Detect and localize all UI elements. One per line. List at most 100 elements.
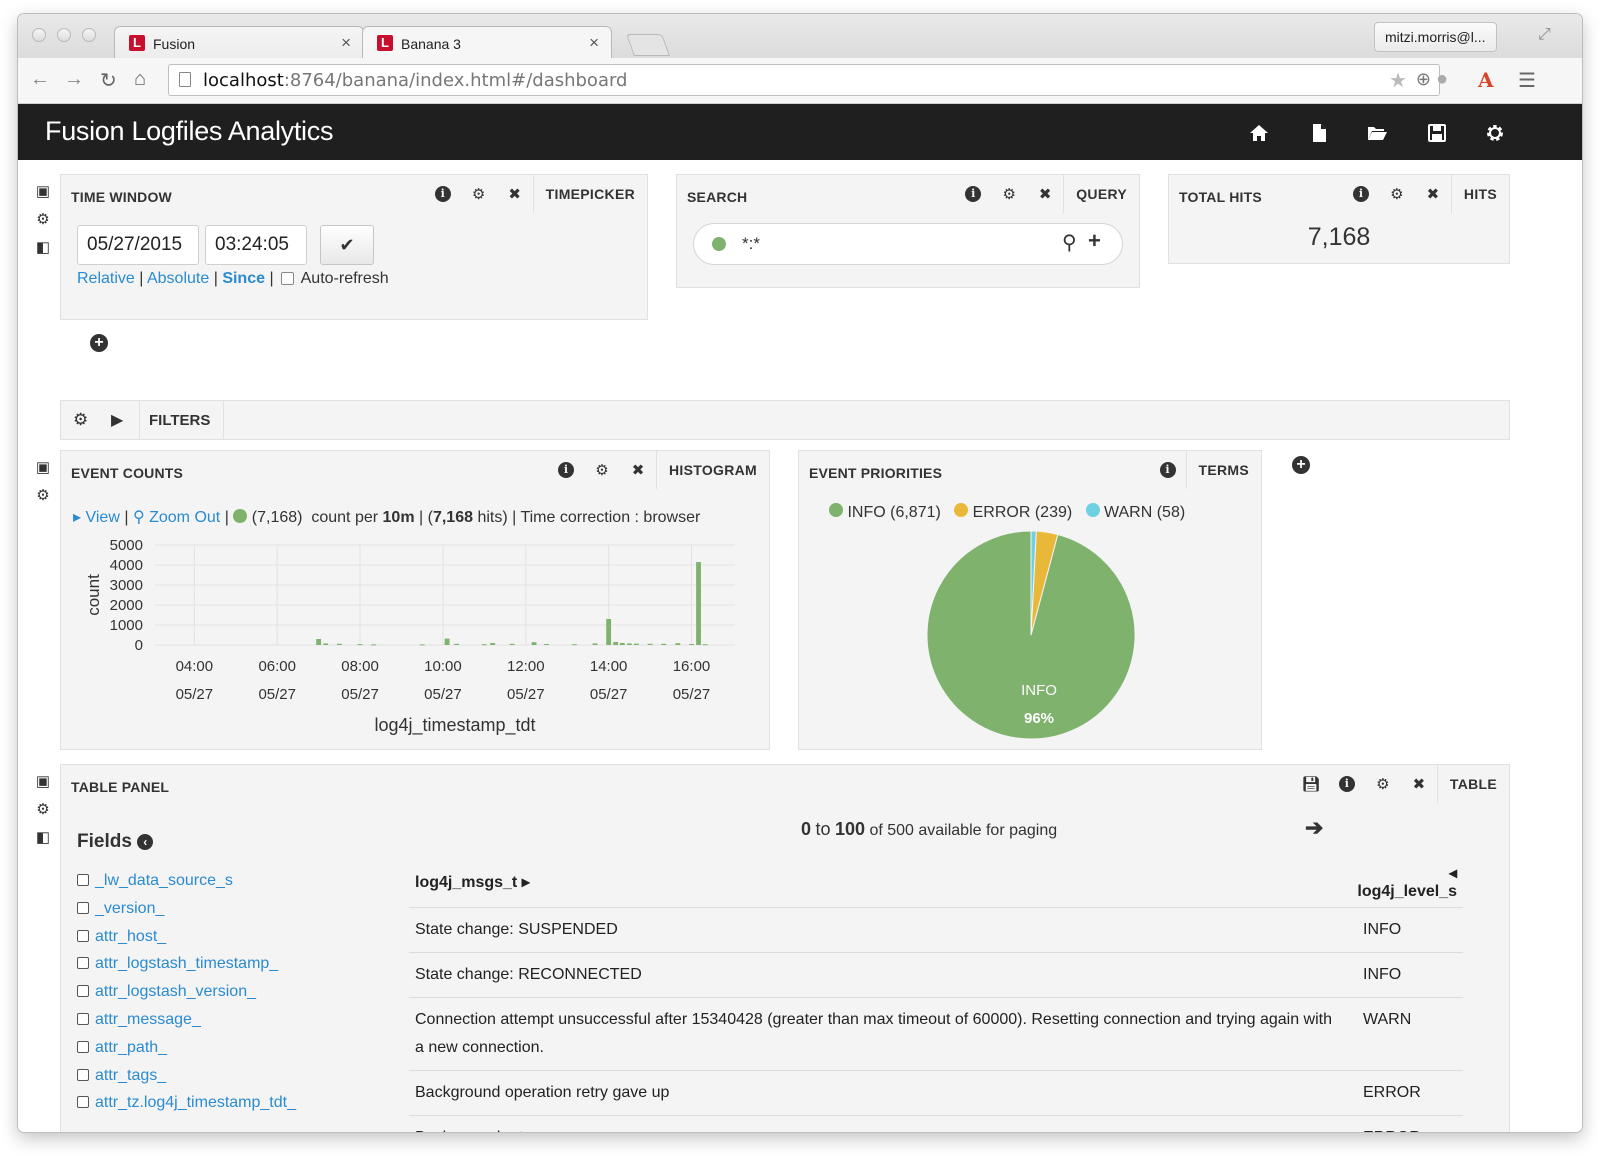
column-header-msg[interactable]: log4j_msgs_t ▸ xyxy=(409,857,1343,908)
home-icon[interactable]: ⌂ xyxy=(134,68,146,91)
histogram-bar[interactable] xyxy=(633,643,639,645)
home-icon[interactable] xyxy=(1248,122,1270,144)
table-row[interactable]: Background operation retry gave up ERROR xyxy=(409,1070,1463,1116)
gear-icon[interactable]: ⚙ xyxy=(1379,175,1415,213)
absolute-link[interactable]: Absolute xyxy=(147,270,209,287)
search-icon[interactable]: ⚲ xyxy=(1062,230,1077,255)
zoom-window-button[interactable] xyxy=(82,28,96,42)
gear-icon[interactable] xyxy=(1484,122,1506,144)
field-item[interactable]: attr_message_ xyxy=(77,1006,397,1034)
info-icon[interactable]: i xyxy=(955,175,991,213)
histogram-bar[interactable] xyxy=(371,644,377,646)
field-checkbox[interactable] xyxy=(77,929,89,942)
date-input[interactable]: 05/27/2015 xyxy=(77,225,199,265)
field-checkbox[interactable] xyxy=(77,901,89,914)
histogram-bar[interactable] xyxy=(336,643,342,645)
histogram-bar[interactable] xyxy=(696,562,701,645)
close-tab-icon[interactable]: × xyxy=(341,33,351,53)
close-icon[interactable]: ✖ xyxy=(497,175,533,213)
save-icon[interactable] xyxy=(1426,122,1448,144)
legend-warn[interactable]: WARN (58) xyxy=(1104,504,1185,521)
acrobat-icon[interactable]: A xyxy=(1478,68,1494,92)
bookmark-star-icon[interactable]: ★ xyxy=(1389,68,1407,93)
histogram-bar[interactable] xyxy=(606,619,612,645)
field-item[interactable]: attr_tags_ xyxy=(77,1062,397,1090)
field-item[interactable]: attr_logstash_version_ xyxy=(77,978,397,1006)
fullscreen-icon[interactable]: ⤢ xyxy=(1538,26,1551,44)
field-checkbox[interactable] xyxy=(77,1068,89,1081)
tab-fusion[interactable]: L Fusion × xyxy=(114,26,364,59)
table-row[interactable]: Connection attempt unsuccessful after 15… xyxy=(409,997,1463,1071)
histogram-bar[interactable] xyxy=(531,642,537,645)
gear-icon[interactable]: ⚙ xyxy=(461,175,497,213)
row-settings-gear-icon[interactable]: ⚙ xyxy=(34,486,52,514)
histogram-bar[interactable] xyxy=(619,643,625,645)
histogram-bar[interactable] xyxy=(316,639,322,645)
field-link[interactable]: attr_tags_ xyxy=(95,1067,166,1084)
apply-time-button[interactable]: ✔ xyxy=(320,225,374,265)
collapse-row-icon[interactable]: ▣ xyxy=(34,182,52,210)
histogram-bar[interactable] xyxy=(571,644,577,646)
minimize-window-button[interactable] xyxy=(57,28,71,42)
field-link[interactable]: attr_logstash_version_ xyxy=(95,983,256,1000)
histogram-bar[interactable] xyxy=(323,643,329,645)
menu-icon[interactable]: ☰ xyxy=(1518,68,1536,93)
field-link[interactable]: attr_host_ xyxy=(95,928,166,945)
field-item[interactable]: _version_ xyxy=(77,895,397,923)
gear-icon[interactable]: ⚙ xyxy=(1365,765,1401,803)
row-settings-gear-icon[interactable]: ⚙ xyxy=(34,800,52,828)
field-link[interactable]: attr_logstash_timestamp_ xyxy=(95,955,278,972)
histogram-bar[interactable] xyxy=(675,643,681,645)
row-settings-gear-icon[interactable]: ⚙ xyxy=(34,210,52,238)
forward-icon[interactable]: → xyxy=(64,68,84,91)
info-icon[interactable]: i xyxy=(425,175,461,213)
add-panel-icon[interactable]: ◧ xyxy=(34,828,52,856)
add-panel-icon[interactable]: + xyxy=(1292,456,1310,474)
column-header-level[interactable]: ◂ log4j_level_s xyxy=(1343,857,1463,908)
relative-link[interactable]: Relative xyxy=(77,270,135,287)
new-dashboard-icon[interactable] xyxy=(1308,122,1330,144)
table-row[interactable]: Background retry gave upERROR xyxy=(409,1115,1463,1132)
collapse-row-icon[interactable]: ▣ xyxy=(34,458,52,486)
field-checkbox[interactable] xyxy=(77,1040,89,1053)
next-page-icon[interactable]: ➔ xyxy=(1305,815,1323,841)
histogram-bar[interactable] xyxy=(481,644,487,646)
autorefresh-checkbox[interactable] xyxy=(281,272,295,285)
field-link[interactable]: attr_path_ xyxy=(95,1039,167,1056)
field-item[interactable]: attr_tz.log4j_timestamp_tdt_ xyxy=(77,1089,397,1117)
histogram-bar[interactable] xyxy=(544,644,549,645)
gear-icon[interactable]: ⚙ xyxy=(584,451,620,489)
add-panel-icon[interactable]: + xyxy=(90,334,108,352)
histogram-bar[interactable] xyxy=(592,643,598,645)
info-icon[interactable]: i xyxy=(1150,451,1186,489)
since-link[interactable]: Since xyxy=(222,270,265,287)
table-row[interactable]: State change: RECONNECTED INFO xyxy=(409,952,1463,998)
close-icon[interactable]: ✖ xyxy=(620,451,656,489)
pie-chart[interactable]: INFO 96% xyxy=(921,525,1141,745)
field-checkbox[interactable] xyxy=(77,874,89,886)
close-icon[interactable]: ✖ xyxy=(1027,175,1063,213)
search-input[interactable]: *:* ⚲ + xyxy=(693,223,1123,265)
info-icon[interactable]: i xyxy=(548,451,584,489)
field-link[interactable]: attr_tz.log4j_timestamp_tdt_ xyxy=(95,1094,296,1111)
histogram-bar[interactable] xyxy=(626,643,632,645)
zoom-icon[interactable]: ⊕ xyxy=(1416,69,1431,90)
histogram-chart[interactable]: 0 1000 2000 3000 4000 5000 04:00 05/27 06:00 05/2… xyxy=(71,531,761,746)
reload-icon[interactable]: ↻ xyxy=(100,68,117,93)
close-icon[interactable]: ✖ xyxy=(1415,175,1451,213)
field-checkbox[interactable] xyxy=(77,1012,89,1025)
close-tab-icon[interactable]: × xyxy=(589,33,599,53)
collapse-fields-icon[interactable]: ‹ xyxy=(137,834,154,850)
gear-icon[interactable]: ⚙ xyxy=(991,175,1027,213)
table-row[interactable]: State change: SUSPENDED INFO xyxy=(409,907,1463,953)
field-checkbox[interactable] xyxy=(77,985,89,998)
view-link[interactable]: ▸ View xyxy=(73,509,120,526)
histogram-bar[interactable] xyxy=(509,643,515,645)
gear-icon[interactable]: ⚙ xyxy=(73,410,88,430)
histogram-bar[interactable] xyxy=(419,644,425,646)
field-item[interactable]: attr_logstash_timestamp_ xyxy=(77,950,397,978)
field-link[interactable]: attr_message_ xyxy=(95,1011,201,1028)
field-link[interactable]: _lw_data_source_s xyxy=(95,872,233,889)
histogram-bar[interactable] xyxy=(702,644,708,646)
field-item[interactable]: _lw_data_source_s xyxy=(77,867,397,895)
